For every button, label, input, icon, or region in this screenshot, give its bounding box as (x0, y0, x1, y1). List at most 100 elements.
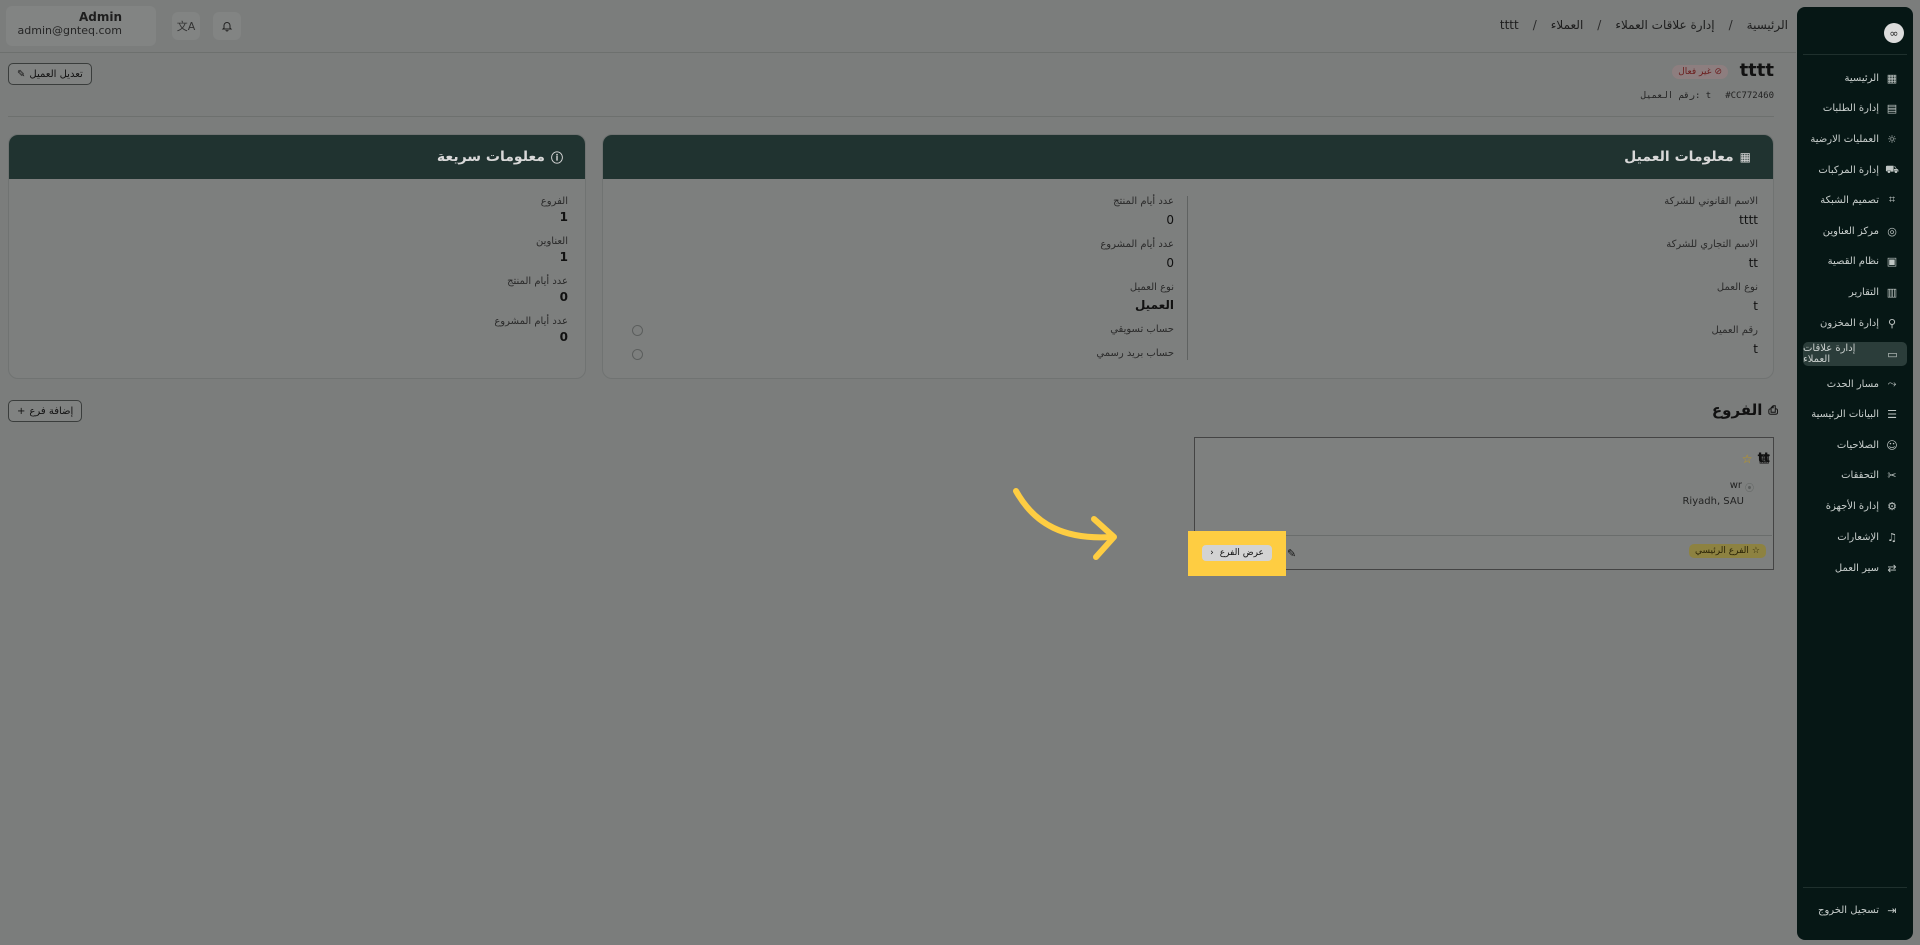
truck-icon: ⛟ (1885, 162, 1899, 176)
sidebar-item-master-data[interactable]: البيانات الرئيسية ☰ (1803, 402, 1899, 426)
client-field-label: حساب بريد رسمي (1096, 348, 1174, 359)
sidebar-item-label: البيانات الرئيسية (1811, 408, 1879, 420)
sidebar-item-ground-ops[interactable]: العمليات الارضية ☼ (1803, 127, 1899, 151)
sidebar-item-devices[interactable]: إدارة الأجهزة ⚙ (1803, 494, 1899, 518)
sidebar-item-label: تصميم الشبكة (1820, 194, 1879, 206)
client-field-value: t (1753, 299, 1758, 313)
sidebar-item-permissions[interactable]: الصلاحيات ☺ (1803, 433, 1899, 457)
breadcrumb-crm[interactable]: إدارة علاقات العملاء (1615, 18, 1714, 32)
crm-icon: ▭ (1887, 347, 1898, 361)
user-email: admin@gnteq.com (17, 24, 122, 37)
sidebar-item-label: العمليات الارضية (1810, 133, 1879, 145)
logout-icon: ⇥ (1887, 903, 1897, 917)
edit-icon: ✎ (17, 68, 26, 80)
sidebar-item-label: مركز العناوين (1822, 225, 1879, 237)
quick-info-value: 0 (559, 290, 568, 304)
tools-icon: ✂ (1887, 468, 1897, 482)
network-icon: ⌗ (1888, 193, 1896, 206)
branch-address-line1: wr (1729, 480, 1742, 491)
add-branch-button[interactable]: + إضافة فرع (8, 400, 83, 422)
sidebar-item-home[interactable]: الرئيسية ▦ (1803, 66, 1899, 90)
sidebar-item-orders[interactable]: إدارة الطلبات ▤ (1803, 96, 1899, 120)
sidebar-item-label: الرئيسية (1844, 72, 1879, 84)
breadcrumb-home[interactable]: الرئيسية (1747, 18, 1788, 32)
sidebar-item-system[interactable]: نظام القصية ▣ (1803, 249, 1899, 273)
inventory-icon: ⚲ (1887, 316, 1897, 330)
status-badge: ⊘ غير فعال (1672, 65, 1728, 79)
quick-info-label: العناوين (536, 236, 568, 247)
sidebar-item-event-route[interactable]: مسار الحدث ⤳ (1803, 372, 1899, 396)
edit-branch-icon[interactable]: ✎ (1287, 547, 1296, 560)
client-field-label: نوع العمل (1716, 282, 1758, 293)
sidebar-item-label: إدارة المخزون (1819, 317, 1879, 329)
client-info-title: معلومات العميل (1624, 149, 1734, 165)
branch-address-line2: Riyadh, SAU (1682, 496, 1744, 507)
sidebar-item-label: نظام القصية (1827, 255, 1879, 267)
star-icon: ☆ (1741, 451, 1753, 466)
edit-client-button[interactable]: ✎ تعديل العميل (8, 63, 92, 85)
sidebar-item-workflow[interactable]: سير العمل ⇄ (1803, 556, 1899, 580)
notifications-button[interactable] (213, 12, 241, 40)
quick-info-label: الفروع (540, 196, 568, 207)
client-field-value: t (1753, 342, 1758, 356)
workflow-icon: ⇄ (1887, 561, 1897, 575)
sidebar-item-addresses[interactable]: مركز العناوين ◎ (1803, 219, 1899, 243)
location-icon: ◎ (1887, 224, 1897, 238)
sidebar-item-label: الإشعارات (1837, 531, 1879, 543)
client-info-header: معلومات العميل ▦ (603, 135, 1773, 179)
quick-info-card: معلومات سريعة ⓘ (8, 134, 586, 379)
sidebar-item-notifications[interactable]: الإشعارات ♫ (1803, 525, 1899, 549)
branches-section-title: الفروع ⎙ (1712, 401, 1778, 419)
client-meta: رقم العميل: t #CC772460 (1641, 91, 1774, 101)
route-icon: ⤳ (1887, 377, 1897, 390)
quick-info-value: 1 (559, 250, 568, 264)
client-code: #CC772460 (1725, 91, 1774, 101)
logout-button[interactable]: تسجيل الخروج ⇥ (1803, 898, 1899, 922)
building-icon: ▦ (1739, 150, 1751, 164)
client-field-label: حساب تسويقي (1110, 324, 1174, 335)
translate-button[interactable]: 文A (172, 12, 200, 40)
main-branch-badge: ☆ الفرع الرئيسي (1688, 544, 1766, 558)
client-field-label: الاسم التجاري للشركة (1666, 239, 1758, 250)
chevron-left-icon: ‹ (1210, 548, 1214, 558)
breadcrumb: الرئيسية / إدارة علاقات العملاء / العملا… (1499, 18, 1788, 32)
translate-icon: 文A (176, 20, 196, 33)
sidebar-item-crm[interactable]: إدارة علاقات العملاء ▭ (1803, 342, 1907, 366)
orders-icon: ▤ (1886, 101, 1898, 115)
reports-icon: ▥ (1886, 285, 1898, 299)
building-icon: ▦ (1758, 451, 1770, 465)
sidebar-item-label: إدارة الطلبات (1822, 102, 1879, 114)
client-field-label: عدد أيام المنتج (1113, 196, 1174, 207)
sidebar-item-reports[interactable]: التقارير ▥ (1803, 280, 1899, 304)
quick-info-label: عدد أيام المنتج (507, 276, 568, 287)
client-field-label: الاسم القانوني للشركة (1664, 196, 1758, 207)
client-field-value: tttt (1739, 213, 1758, 227)
official-email-status-icon (632, 349, 643, 360)
system-icon: ▣ (1886, 254, 1898, 268)
client-info-card: معلومات العميل ▦ (602, 134, 1774, 379)
sidebar-item-label: مسار الحدث (1826, 378, 1879, 390)
pin-icon: ⦿ (1744, 484, 1754, 494)
client-field-value: tt (1748, 256, 1758, 270)
sidebar-item-network[interactable]: تصميم الشبكة ⌗ (1803, 188, 1899, 212)
view-branch-button[interactable]: عرض الفرع ‹ (1202, 545, 1272, 561)
page-title: tttt (1739, 60, 1774, 81)
client-field-value: 0 (1166, 256, 1174, 270)
printer-icon: ⎙ (1768, 402, 1778, 417)
column-divider (1187, 196, 1188, 360)
database-icon: ☰ (1887, 407, 1897, 421)
sidebar-item-label: الصلاحيات (1836, 439, 1879, 451)
sidebar-divider (1803, 887, 1907, 888)
dashboard-icon: ▦ (1886, 71, 1898, 85)
users-icon: ☺ (1886, 438, 1898, 452)
header-divider (8, 116, 1774, 117)
quick-info-value: 0 (559, 330, 568, 344)
client-number: رقم العميل: t (1640, 91, 1712, 101)
sidebar-item-label: إدارة الأجهزة (1825, 500, 1879, 512)
pointer-arrow-icon (1013, 488, 1117, 560)
breadcrumb-clients[interactable]: العملاء (1551, 18, 1584, 32)
logout-label: تسجيل الخروج (1817, 904, 1879, 916)
sidebar-item-validations[interactable]: التحققات ✂ (1803, 463, 1899, 487)
sidebar-item-vehicles[interactable]: إدارة المركبات ⛟ (1803, 158, 1899, 182)
sidebar-item-inventory[interactable]: إدارة المخزون ⚲ (1803, 311, 1899, 335)
